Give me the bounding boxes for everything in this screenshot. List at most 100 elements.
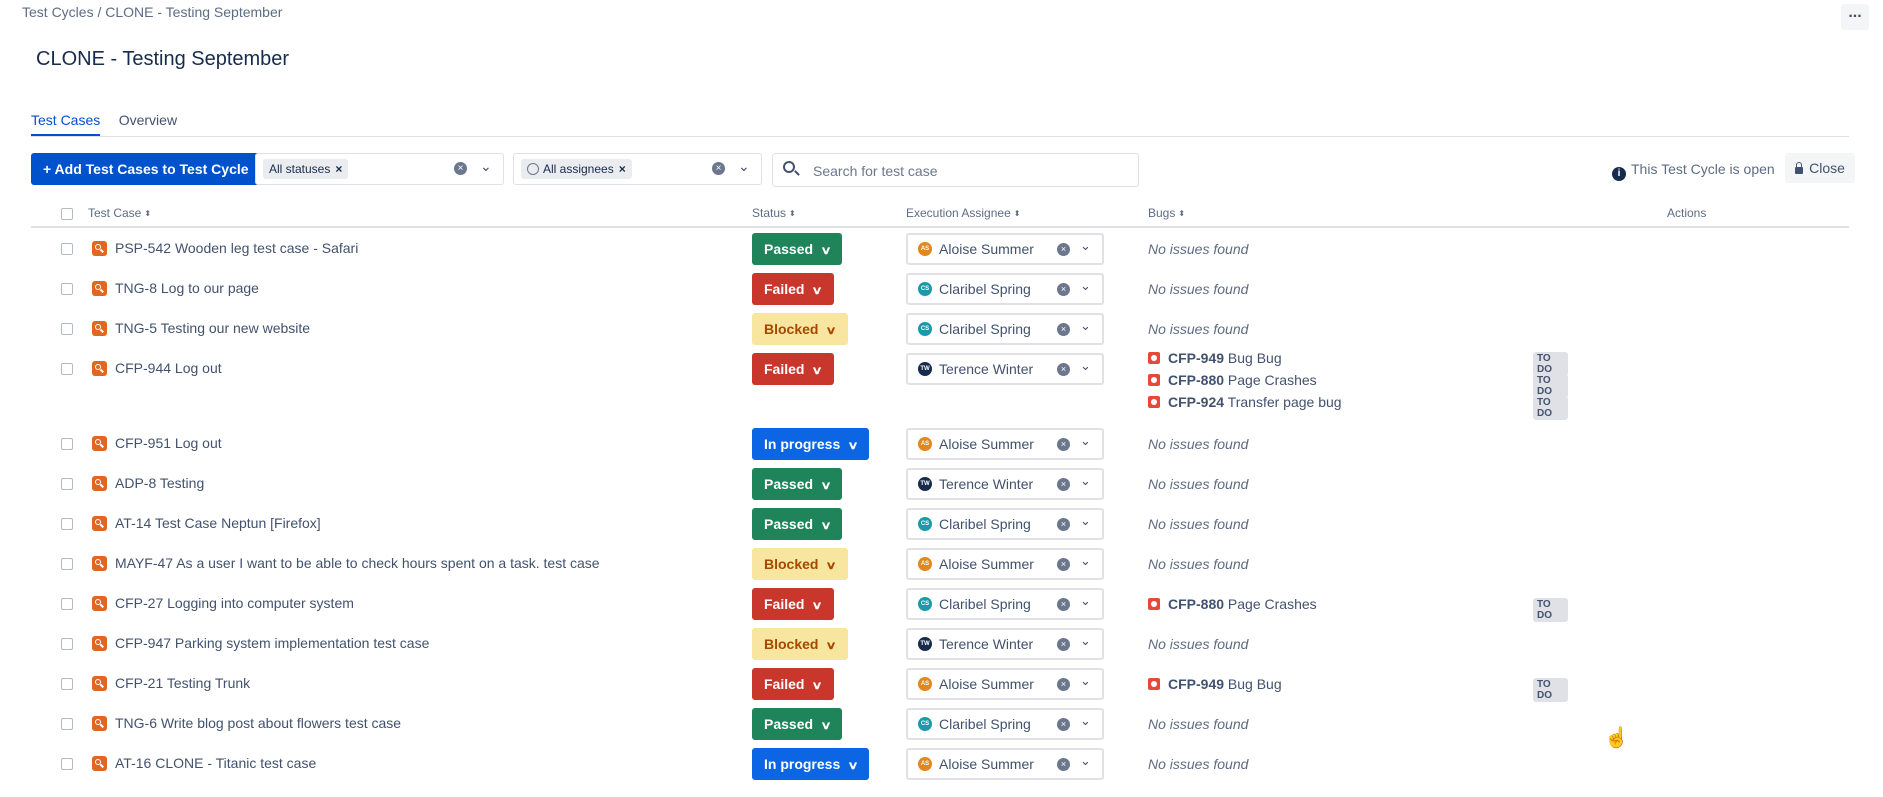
tab-overview[interactable]: Overview — [119, 112, 177, 134]
row-checkbox[interactable] — [61, 678, 73, 690]
row-checkbox[interactable] — [61, 243, 73, 255]
assignee-select[interactable]: TW Terence Winter × ⌄ — [906, 628, 1104, 660]
chevron-down-icon[interactable]: ⌄ — [1080, 713, 1091, 729]
assignee-select[interactable]: AS Aloise Summer × ⌄ — [906, 748, 1104, 780]
clear-icon[interactable]: × — [1057, 438, 1070, 451]
status-dropdown[interactable]: In progress ∨ — [752, 748, 870, 780]
assignee-select[interactable]: CS Claribel Spring × ⌄ — [906, 588, 1104, 620]
test-case-link[interactable]: PSP-542 Wooden leg test case - Safari — [115, 240, 358, 256]
more-actions-button[interactable]: ... — [1841, 4, 1869, 30]
assignee-select[interactable]: AS Aloise Summer × ⌄ — [906, 428, 1104, 460]
clear-icon[interactable]: × — [1057, 363, 1070, 376]
assignee-select[interactable]: CS Claribel Spring × ⌄ — [906, 508, 1104, 540]
status-dropdown[interactable]: Blocked ∨ — [752, 313, 848, 345]
bug-link[interactable]: CFP-924 Transfer page bug — [1168, 394, 1342, 410]
bug-link[interactable]: CFP-880 Page Crashes — [1168, 372, 1317, 388]
clear-icon[interactable]: × — [1057, 243, 1070, 256]
clear-icon[interactable]: × — [1057, 558, 1070, 571]
chevron-down-icon[interactable]: ⌄ — [1080, 593, 1091, 609]
test-case-link[interactable]: CFP-947 Parking system implementation te… — [115, 635, 429, 651]
column-header-bugs[interactable]: Bugs ⬍ — [1148, 206, 1185, 220]
chevron-down-icon[interactable]: ⌄ — [1080, 358, 1091, 374]
status-dropdown[interactable]: Blocked ∨ — [752, 548, 848, 580]
bug-item[interactable]: CFP-949 Bug Bug TO DO — [1148, 674, 1568, 702]
assignee-select[interactable]: AS Aloise Summer × ⌄ — [906, 668, 1104, 700]
status-dropdown[interactable]: Passed ∨ — [752, 508, 843, 540]
chevron-down-icon[interactable]: ⌄ — [1080, 318, 1091, 334]
clear-icon[interactable]: × — [1057, 518, 1070, 531]
test-case-link[interactable]: CFP-27 Logging into computer system — [115, 595, 354, 611]
chevron-down-icon[interactable]: ⌄ — [480, 158, 492, 175]
clear-icon[interactable]: × — [1057, 283, 1070, 296]
bug-link[interactable]: CFP-949 Bug Bug — [1168, 350, 1282, 366]
assignee-select[interactable]: CS Claribel Spring × ⌄ — [906, 708, 1104, 740]
clear-icon[interactable]: × — [1057, 598, 1070, 611]
clear-icon[interactable]: × — [1057, 758, 1070, 771]
test-case-link[interactable]: AT-14 Test Case Neptun [Firefox] — [115, 515, 321, 531]
status-dropdown[interactable]: Passed ∨ — [752, 708, 843, 740]
chevron-down-icon[interactable]: ⌄ — [1080, 433, 1091, 449]
status-dropdown[interactable]: Blocked ∨ — [752, 628, 848, 660]
chevron-down-icon[interactable]: ⌄ — [1080, 238, 1091, 254]
close-cycle-button[interactable]: Close — [1785, 153, 1855, 183]
select-all-checkbox[interactable] — [61, 208, 73, 220]
test-case-link[interactable]: AT-16 CLONE - Titanic test case — [115, 755, 316, 771]
status-dropdown[interactable]: Failed ∨ — [752, 588, 834, 620]
add-test-cases-button[interactable]: + Add Test Cases to Test Cycle — [31, 153, 261, 185]
assignee-select[interactable]: AS Aloise Summer × ⌄ — [906, 548, 1104, 580]
assignee-filter[interactable]: All assignees × × ⌄ — [513, 153, 762, 185]
status-dropdown[interactable]: Passed ∨ — [752, 233, 843, 265]
row-checkbox[interactable] — [61, 363, 73, 375]
chevron-down-icon[interactable]: ⌄ — [1080, 673, 1091, 689]
test-case-link[interactable]: CFP-21 Testing Trunk — [115, 675, 250, 691]
test-case-link[interactable]: MAYF-47 As a user I want to be able to c… — [115, 555, 600, 571]
remove-chip-icon[interactable]: × — [335, 162, 342, 176]
bug-item[interactable]: CFP-924 Transfer page bug TO DO — [1148, 392, 1568, 420]
row-checkbox[interactable] — [61, 438, 73, 450]
row-checkbox[interactable] — [61, 558, 73, 570]
tab-test-cases[interactable]: Test Cases — [31, 112, 101, 136]
chevron-down-icon[interactable]: ⌄ — [1080, 278, 1091, 294]
chevron-down-icon[interactable]: ⌄ — [1080, 513, 1091, 529]
test-case-link[interactable]: CFP-944 Log out — [115, 360, 222, 376]
status-dropdown[interactable]: In progress ∨ — [752, 428, 870, 460]
test-case-link[interactable]: CFP-951 Log out — [115, 435, 222, 451]
status-dropdown[interactable]: Passed ∨ — [752, 468, 843, 500]
row-checkbox[interactable] — [61, 478, 73, 490]
assignee-select[interactable]: AS Aloise Summer × ⌄ — [906, 233, 1104, 265]
search-input[interactable] — [811, 160, 1115, 182]
column-header-test-case[interactable]: Test Case ⬍ — [88, 206, 151, 220]
status-dropdown[interactable]: Failed ∨ — [752, 273, 834, 305]
remove-chip-icon[interactable]: × — [619, 162, 626, 176]
chevron-down-icon[interactable]: ⌄ — [1080, 633, 1091, 649]
clear-icon[interactable]: × — [1057, 638, 1070, 651]
row-checkbox[interactable] — [61, 283, 73, 295]
row-checkbox[interactable] — [61, 638, 73, 650]
row-checkbox[interactable] — [61, 598, 73, 610]
row-checkbox[interactable] — [61, 718, 73, 730]
bug-link[interactable]: CFP-949 Bug Bug — [1168, 676, 1282, 692]
row-checkbox[interactable] — [61, 518, 73, 530]
assignee-select[interactable]: CS Claribel Spring × ⌄ — [906, 273, 1104, 305]
row-checkbox[interactable] — [61, 323, 73, 335]
test-case-link[interactable]: TNG-8 Log to our page — [115, 280, 259, 296]
clear-icon[interactable]: × — [1057, 478, 1070, 491]
row-checkbox[interactable] — [61, 758, 73, 770]
clear-icon[interactable]: × — [712, 162, 725, 175]
bug-link[interactable]: CFP-880 Page Crashes — [1168, 596, 1317, 612]
clear-icon[interactable]: × — [1057, 323, 1070, 336]
bug-item[interactable]: CFP-949 Bug Bug TO DO — [1148, 348, 1568, 376]
assignee-select[interactable]: TW Terence Winter × ⌄ — [906, 353, 1104, 385]
column-header-assignee[interactable]: Execution Assignee ⬍ — [906, 206, 1020, 220]
chevron-down-icon[interactable]: ⌄ — [738, 158, 750, 175]
assignee-select[interactable]: TW Terence Winter × ⌄ — [906, 468, 1104, 500]
bug-item[interactable]: CFP-880 Page Crashes TO DO — [1148, 594, 1568, 622]
column-header-status[interactable]: Status ⬍ — [752, 206, 796, 220]
status-dropdown[interactable]: Failed ∨ — [752, 668, 834, 700]
assignee-select[interactable]: CS Claribel Spring × ⌄ — [906, 313, 1104, 345]
status-dropdown[interactable]: Failed ∨ — [752, 353, 834, 385]
test-case-link[interactable]: TNG-6 Write blog post about flowers test… — [115, 715, 401, 731]
chevron-down-icon[interactable]: ⌄ — [1080, 553, 1091, 569]
bug-item[interactable]: CFP-880 Page Crashes TO DO — [1148, 370, 1568, 398]
chevron-down-icon[interactable]: ⌄ — [1080, 753, 1091, 769]
